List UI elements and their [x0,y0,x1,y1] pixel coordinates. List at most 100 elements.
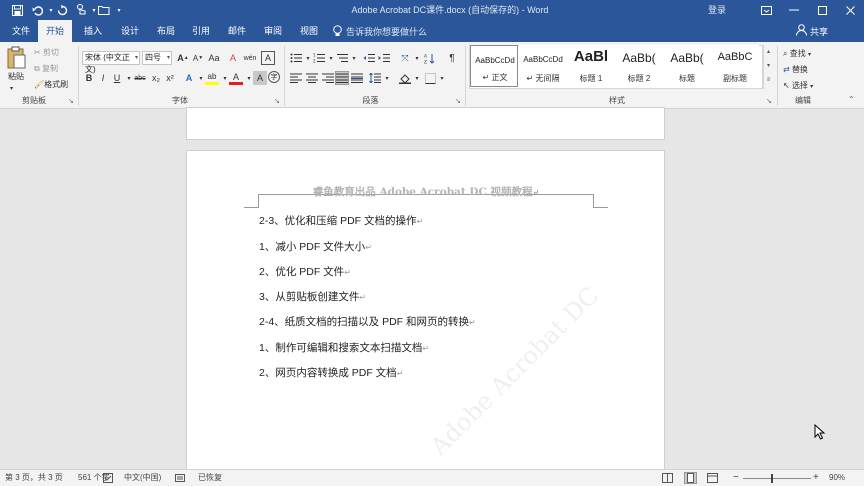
superscript-button[interactable]: x² [163,71,177,85]
doc-line[interactable]: 2-4、纸质文档的扫描以及 PDF 和网页的转换↵ [259,314,476,329]
tab-file[interactable]: 文件 [4,20,38,42]
folder-icon[interactable] [97,3,111,17]
style-heading-2[interactable]: AaBb( 标题 2 [615,45,663,87]
tab-review[interactable]: 审阅 [256,20,290,42]
chevron-up-icon[interactable]: ▴ [764,45,773,59]
page-count[interactable]: 第 3 页，共 3 页 [5,470,63,486]
tab-home[interactable]: 开始 [38,20,73,42]
zoom-slider-thumb[interactable] [771,474,773,483]
clipboard-launcher-icon[interactable]: ↘ [68,97,74,105]
select-button[interactable]: ↖ 选择 ▾ [783,79,813,93]
proofing-icon[interactable] [103,473,113,483]
chinese-layout-dropdown-icon[interactable]: ▾ [410,51,424,65]
tab-design[interactable]: 设计 [113,20,147,42]
close-icon[interactable] [836,0,864,20]
cut-button[interactable]: ✂ 剪切 [34,46,59,60]
line-spacing-dropdown-icon[interactable]: ▾ [380,71,394,85]
align-center-icon[interactable] [305,71,319,85]
align-right-icon[interactable] [321,71,335,85]
justify-icon[interactable] [335,71,349,85]
document-page[interactable]: 睿鱼教育出品 Adobe Acrobat DC 视频教程↵ 2-3、优化和压缩 … [186,150,665,480]
styles-scroll[interactable]: ▴ ▾ ≡ [763,45,773,89]
font-family-select[interactable]: 宋体 (中文正文) ▾ [82,51,140,74]
undo-icon[interactable] [30,3,44,17]
doc-line[interactable]: 1、制作可编辑和搜索文本扫描文档↵ [259,340,429,355]
grow-font-icon[interactable]: A ▲ [176,51,190,65]
copy-button[interactable]: ⧉ 复制 [34,62,58,76]
style-no-spacing[interactable]: AaBbCcDd ↵ 无间隔 [519,45,567,87]
collapse-ribbon-icon[interactable]: ⌃ [848,95,855,104]
tab-layout[interactable]: 布局 [149,20,183,42]
highlight-icon[interactable]: ab [205,71,219,85]
print-layout-icon[interactable] [684,472,697,484]
subscript-button[interactable]: x₂ [149,71,163,85]
doc-line[interactable]: 2-3、优化和压缩 PDF 文档的操作↵ [259,213,423,228]
shading-dropdown-icon[interactable]: ▾ [410,71,424,85]
tab-mailings[interactable]: 邮件 [220,20,254,42]
web-layout-icon[interactable] [707,473,718,483]
replace-button[interactable]: ⇄ 替换 [783,63,808,77]
char-border-icon[interactable]: A [261,51,275,65]
bold-button[interactable]: B [82,71,96,85]
doc-line[interactable]: 2、优化 PDF 文件↵ [259,264,351,279]
align-left-icon[interactable] [289,71,303,85]
more-styles-icon[interactable]: ≡ [764,73,773,87]
chevron-down-icon[interactable]: ▾ [112,3,126,17]
decrease-indent-icon[interactable] [362,51,376,65]
style-subtitle[interactable]: AaBbC 副标题 [711,45,759,87]
italic-button[interactable]: I [96,71,110,85]
style-normal-name: ↵ 正文 [482,73,508,82]
char-shading-icon[interactable]: A [253,71,267,85]
ribbon-display-icon[interactable] [752,0,780,20]
increase-indent-icon[interactable] [377,51,391,65]
shrink-font-icon[interactable]: A ▼ [191,51,205,65]
cut-label: 剪切 [42,48,59,57]
share-button[interactable]: 共享 [810,25,828,38]
maximize-icon[interactable] [808,0,836,20]
borders-dropdown-icon[interactable]: ▾ [435,71,449,85]
zoom-slider-track[interactable] [743,478,811,479]
styles-group-label: 样式 [609,96,625,105]
tab-insert[interactable]: 插入 [76,20,110,42]
zoom-in-button[interactable]: + [813,470,819,486]
save-icon[interactable] [10,3,24,17]
language-indicator[interactable]: 中文(中国) [124,470,161,486]
clipboard-icon[interactable] [6,46,28,70]
chevron-down-icon[interactable]: ▾ [764,59,773,73]
show-marks-icon[interactable]: ¶ [445,51,459,65]
phonetic-guide-icon[interactable]: wén [243,51,257,65]
style-heading-1[interactable]: AaBl 标题 1 [567,45,615,87]
strikethrough-button[interactable]: abc [132,71,148,85]
enclose-char-icon[interactable]: 字 [268,71,280,83]
paste-dropdown-icon[interactable]: ▾ [10,82,13,96]
change-case-icon[interactable]: Aa [207,51,221,65]
document-canvas[interactable]: 睿鱼教育出品 Adobe Acrobat DC 视频教程↵ 2-3、优化和压缩 … [0,107,864,480]
redo-icon[interactable] [55,3,69,17]
zoom-level[interactable]: 90% [829,470,845,486]
tab-view[interactable]: 视图 [292,20,326,42]
doc-line[interactable]: 3、从剪贴板创建文件↵ [259,289,366,304]
paragraph-launcher-icon[interactable]: ↘ [455,97,461,105]
format-painter-button[interactable]: 🖌格式刷 [34,78,68,92]
clear-format-icon[interactable]: A [226,51,240,65]
style-normal[interactable]: AaBbCcDd ↵ 正文 [470,45,518,87]
font-size-select[interactable]: 四号 ▾ [142,51,172,65]
style-title[interactable]: AaBb( 标题 [663,45,711,87]
distributed-icon[interactable] [350,71,364,85]
macro-record-icon[interactable] [175,473,185,483]
font-color-icon[interactable]: A [229,71,243,85]
zoom-out-button[interactable]: − [733,470,739,486]
tell-me-input[interactable]: 告诉我你想要做什么 [346,25,427,38]
minimize-icon[interactable] [780,0,808,20]
multilevel-dropdown-icon[interactable]: ▾ [347,51,361,65]
tab-references[interactable]: 引用 [184,20,218,42]
styles-launcher-icon[interactable]: ↘ [766,97,772,105]
doc-line[interactable]: 2、网页内容转换成 PDF 文档↵ [259,365,403,380]
read-mode-icon[interactable] [662,473,673,483]
font-launcher-icon[interactable]: ↘ [274,97,280,105]
touch-mode-icon[interactable] [74,3,88,17]
find-button[interactable]: ⌕ 查找 ▾ [783,47,811,61]
doc-line[interactable]: 1、减小 PDF 文件大小↵ [259,239,372,254]
sort-icon[interactable]: AZ [423,51,437,65]
signin-link[interactable]: 登录 [708,3,726,16]
